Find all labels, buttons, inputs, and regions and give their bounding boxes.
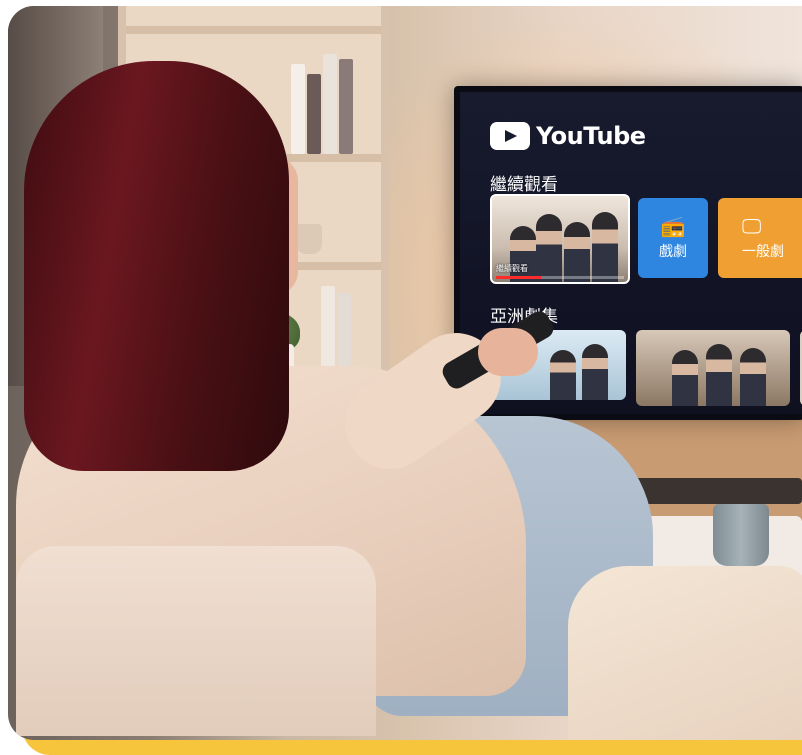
watch-progress-fill (496, 276, 541, 279)
book (321, 286, 335, 378)
actor-figure (550, 350, 576, 400)
actor-figure (706, 344, 732, 406)
drama-thumbnail[interactable] (636, 330, 790, 406)
sofa-armrest (16, 546, 376, 736)
radio-icon: 📻 (660, 214, 686, 238)
actor-figure (564, 222, 590, 282)
actor-figure (672, 350, 698, 406)
cushion (568, 566, 802, 740)
monitor-icon: 🖵 (742, 214, 762, 238)
woman-hair (24, 61, 289, 471)
tile-label: 戲劇 (659, 244, 687, 260)
book-row (291, 46, 371, 154)
tile-label: 一般劇 (742, 244, 784, 260)
watch-progress-track (496, 276, 624, 279)
continue-watching-title: 繼續觀看 (490, 175, 558, 195)
youtube-play-icon (490, 122, 530, 150)
book-row (321, 286, 381, 378)
actor-figure (592, 212, 618, 282)
actor-figure (740, 348, 766, 406)
category-tile-drama[interactable]: 📻 戲劇 (638, 198, 708, 278)
actor-figure (582, 344, 608, 400)
book (323, 54, 337, 154)
living-room-photo: YouTube 繼續觀看 繼續觀看 📻 戲劇 🖵 一般劇 亞洲劇集 (8, 6, 802, 740)
youtube-wordmark: YouTube (536, 122, 646, 150)
continue-watching-thumbnail[interactable]: 繼續觀看 (490, 194, 630, 284)
book (291, 64, 305, 154)
hand (478, 328, 538, 376)
youtube-logo: YouTube (490, 122, 646, 150)
book (307, 74, 321, 154)
small-vase (296, 224, 322, 254)
actor-figure (536, 214, 562, 282)
thumbnail-label: 繼續觀看 (496, 264, 528, 273)
category-tile-general[interactable]: 🖵 一般劇 (718, 198, 802, 278)
mug (713, 504, 769, 566)
shelf-board (126, 26, 381, 34)
book (339, 59, 353, 154)
